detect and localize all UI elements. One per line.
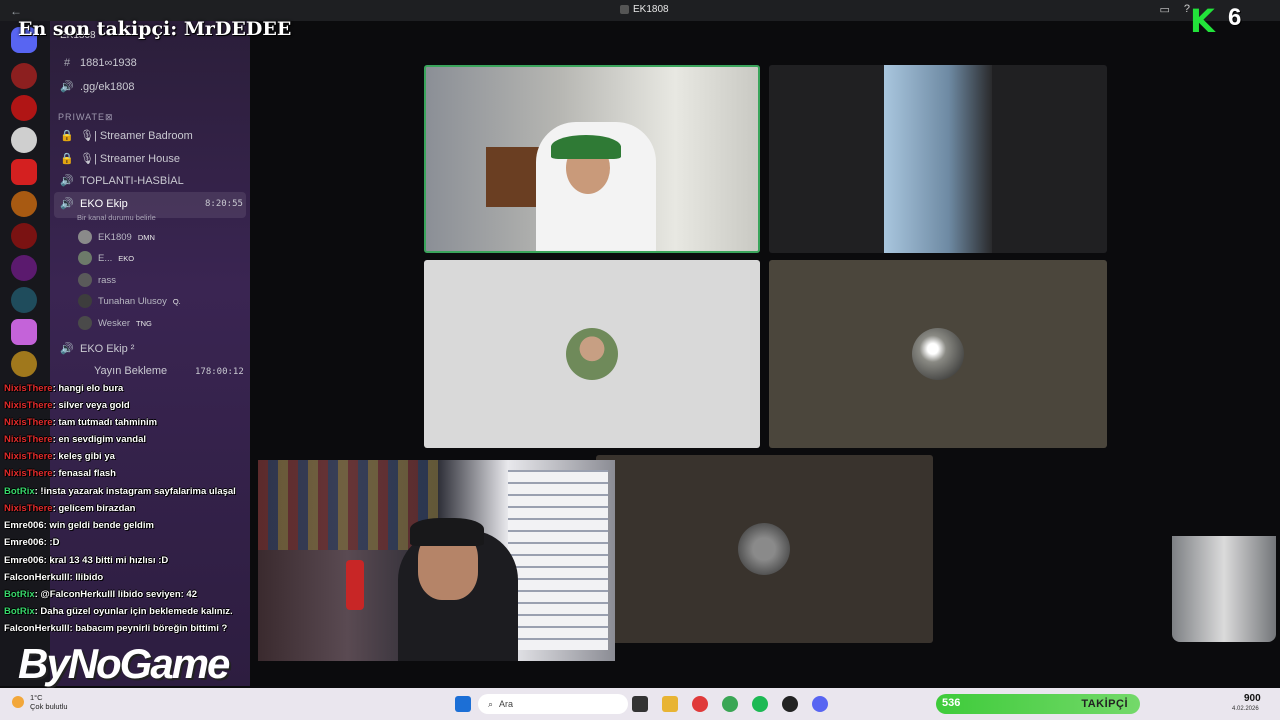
lock-icon: 🔒 (60, 153, 74, 165)
category-priwate[interactable]: PRIWATE⊠ (58, 112, 114, 123)
chat-message: BotRix: !insta yazarak instagram sayfala… (4, 486, 236, 497)
video-tile-2[interactable] (769, 65, 1107, 253)
avatar (78, 294, 92, 308)
search-icon: ⌕ (488, 698, 494, 709)
glass-overlay (1172, 536, 1276, 642)
follower-count: 536 (942, 697, 961, 709)
channel-toplanti[interactable]: 🔊 TOPLANTI-HASBİAL (60, 174, 184, 188)
weather-icon (12, 696, 24, 708)
server-avatar-10[interactable] (11, 351, 37, 377)
kick-counter: 6 (1228, 4, 1242, 31)
server-avatar-5[interactable] (11, 191, 37, 217)
server-icon (620, 5, 629, 14)
channel-eko-ekip-2[interactable]: 🔊 EKO Ekip ² (60, 342, 134, 356)
chat-message: NixisThere: fenasal flash (4, 468, 116, 479)
chat-message: BotRix: @FalconHerkulll libido seviyen: … (4, 589, 197, 600)
follower-goal-bar: 536 TAKİPÇİ (936, 694, 1140, 714)
chat-message: BotRix: Daha güzel oyunlar için beklemed… (4, 606, 233, 617)
server-avatar-3[interactable] (11, 127, 37, 153)
chat-message: Emre006: kral 13 43 bitti mi hızlısı :D (4, 555, 169, 566)
chat-message: FalconHerkulll: llibido (4, 572, 104, 583)
waiting-timer: 178:00:12 (195, 367, 244, 377)
chat-message: Emre006: :D (4, 537, 60, 548)
channel-yayin-bekleme[interactable]: Yayın Bekleme (94, 365, 167, 377)
windows-start-icon[interactable] (455, 696, 471, 712)
inbox-icon[interactable]: ▭ (1159, 3, 1169, 16)
spotify-icon[interactable] (752, 696, 768, 712)
user-avatar (566, 328, 618, 380)
server-avatar-6[interactable] (11, 223, 37, 249)
channel-streamer-badroom[interactable]: 🔒 🎙| Streamer Badroom (60, 129, 193, 142)
video-tile-5[interactable] (596, 455, 933, 643)
streamer-webcam (258, 460, 615, 661)
video-tile-speaking[interactable] (424, 65, 760, 253)
channel-status[interactable]: Bir kanal durumu belirle (77, 213, 156, 222)
speaker-icon: 🔊 (60, 343, 74, 355)
window-title: EK1808 (620, 4, 669, 15)
server-avatar-7[interactable] (11, 255, 37, 281)
video-tile-3[interactable] (424, 260, 760, 448)
taskbar-search[interactable]: ⌕ Ara (478, 694, 628, 714)
chat-message: NixisThere: keleş gibi ya (4, 451, 115, 462)
user-avatar (738, 523, 790, 575)
chat-message: NixisThere: en sevdigim vandal (4, 434, 147, 445)
task-view-icon[interactable] (632, 696, 648, 712)
server-avatar-8[interactable] (11, 287, 37, 313)
speaker-icon: 🔊 (60, 175, 74, 187)
channel-item-1881[interactable]: # 1881∞1938 (60, 57, 137, 69)
channel-streamer-house[interactable]: 🔒 🎙| Streamer House (60, 152, 180, 165)
channel-item-gg[interactable]: 🔊 .gg/ek1808 (60, 80, 134, 94)
titlebar-icons: ▭ ? (1159, 3, 1190, 16)
channel-eko-ekip[interactable]: 🔊 EKO Ekip (60, 197, 128, 211)
opera-icon[interactable] (692, 696, 708, 712)
voice-user-tunahan[interactable]: Tunahan Ulusoy Q. (78, 294, 181, 308)
voice-user-e[interactable]: E... EKO (78, 251, 134, 265)
chat-message: NixisThere: tam tutmadı tahminim (4, 417, 158, 428)
server-avatar-4[interactable] (11, 159, 37, 185)
speaker-icon: 🔊 (60, 198, 74, 210)
avatar (78, 230, 92, 244)
person-cap (410, 518, 484, 546)
chat-message: Emre006: win geldi bende geldim (4, 520, 154, 531)
channel-timer: 8:20:55 (205, 199, 243, 209)
voice-user-ek1809[interactable]: EK1809 DMN (78, 230, 155, 244)
video-tile-4[interactable] (769, 260, 1107, 448)
voice-user-wesker[interactable]: Wesker TNG (78, 316, 152, 330)
system-date: 4.02.2026 (1232, 706, 1259, 712)
avatar (78, 251, 92, 265)
voice-user-rass[interactable]: rass (78, 273, 116, 287)
chat-message: NixisThere: hangi elo bura (4, 383, 124, 394)
person-hat (551, 135, 621, 159)
avatar (78, 273, 92, 287)
server-avatar-2[interactable] (11, 95, 37, 121)
speaker-icon: 🔊 (60, 81, 74, 93)
channel-sidebar: EK1808 # 1881∞1938 🔊 .gg/ek1808 PRIWATE⊠… (50, 21, 250, 686)
file-explorer-icon[interactable] (662, 696, 678, 712)
system-clock[interactable]: 900 (1244, 693, 1261, 704)
phone-camera-feed (884, 65, 992, 253)
server-avatar-9[interactable] (11, 319, 37, 345)
lock-icon: 🔒 (60, 130, 74, 142)
latest-follower-overlay: En son takipçi: MrDEDEE (18, 18, 292, 40)
hash-icon: # (63, 57, 71, 69)
follower-label: TAKİPÇİ (1081, 698, 1128, 710)
chrome-icon[interactable] (722, 696, 738, 712)
bynogame-logo: ByNoGame (18, 640, 230, 687)
display-case (508, 470, 608, 650)
avatar (78, 316, 92, 330)
user-avatar (912, 328, 964, 380)
weather-widget[interactable]: 1°C Çok bulutlu (12, 693, 68, 711)
discord-icon[interactable] (812, 696, 828, 712)
server-rail (0, 21, 50, 686)
obs-icon[interactable] (782, 696, 798, 712)
chat-message: NixisThere: gelicem birazdan (4, 503, 136, 514)
chat-message: FalconHerkulll: babacım peynirli böreğin… (4, 623, 228, 634)
chat-message: NixisThere: silver veya gold (4, 400, 130, 411)
server-avatar-1[interactable] (11, 63, 37, 89)
back-arrow-icon[interactable]: ← (10, 4, 22, 18)
kick-logo-icon: K (1190, 2, 1215, 40)
microphone (346, 560, 364, 610)
